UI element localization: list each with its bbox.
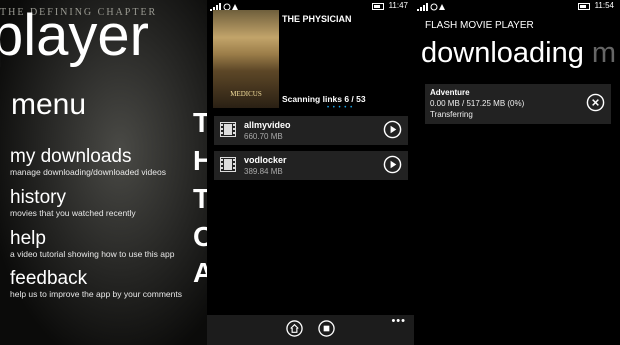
menu-item-help[interactable]: help a video tutorial showing how to use… (10, 228, 205, 260)
play-icon[interactable] (383, 120, 402, 139)
menu-item-label: help (10, 228, 46, 249)
menu-screen: THE DEFINING CHAPTER player menu my down… (0, 0, 207, 345)
next-panel-letter: T (193, 183, 207, 214)
download-progress: 0.00 MB / 517.25 MB (0%) (430, 99, 525, 108)
menu-item-history[interactable]: history movies that you watched recently (10, 187, 205, 219)
link-name: vodlocker (244, 155, 287, 165)
app-title: player (0, 3, 149, 68)
next-panel-letter: O (193, 221, 207, 252)
link-row-vodlocker[interactable]: vodlocker 389.84 MB (214, 151, 408, 180)
link-row-allmyvideo[interactable]: allmyvideo 660.70 MB (214, 116, 408, 145)
link-size: 660.70 MB (244, 132, 283, 141)
menu-item-subtitle: movies that you watched recently (10, 208, 136, 218)
app-name: FLASH MOVIE PLAYER (425, 20, 534, 31)
battery-icon (578, 3, 590, 10)
battery-icon (372, 3, 384, 10)
menu-item-label: my downloads (10, 146, 132, 167)
next-panel-letter: T (193, 107, 207, 138)
menu-item-subtitle: a video tutorial showing how to use this… (10, 249, 175, 259)
status-time: 11:47 (388, 1, 408, 10)
next-panel-letter: A (193, 257, 207, 288)
poster-title: MEDICUS (230, 90, 262, 98)
menu-item-feedback[interactable]: feedback help us to improve the app by y… (10, 268, 205, 300)
menu-item-label: history (10, 187, 66, 208)
download-item[interactable]: Adventure 0.00 MB / 517.25 MB (0%) Trans… (425, 84, 611, 124)
link-size: 389.84 MB (244, 167, 283, 176)
status-bar: 11:54 (414, 0, 620, 13)
scanning-status: Scanning links 6 / 53 (282, 94, 366, 104)
signal-icon (417, 3, 445, 11)
play-icon[interactable] (383, 155, 402, 174)
film-icon (220, 122, 236, 137)
stop-icon[interactable] (318, 320, 335, 337)
film-icon (220, 157, 236, 172)
close-icon[interactable] (586, 93, 605, 112)
page-title-text: downloading (421, 37, 584, 69)
movie-links-screen: 11:47 MEDICUS THE PHYSICIAN Scanning lin… (207, 0, 414, 345)
menu-item-subtitle: manage downloading/downloaded videos (10, 167, 166, 177)
downloading-screen: 11:54 FLASH MOVIE PLAYER downloading m A… (414, 0, 620, 345)
download-status: Transferring (430, 110, 473, 119)
next-panel-letter: H (193, 145, 207, 176)
more-icon[interactable]: ••• (391, 315, 406, 327)
menu-item-subtitle: help us to improve the app by your comme… (10, 289, 182, 299)
progress-dots: • • • • • (327, 105, 354, 111)
page-title: downloading m (421, 37, 616, 70)
download-title: Adventure (430, 88, 470, 97)
app-bar: ••• (207, 315, 414, 345)
status-time: 11:54 (594, 1, 614, 10)
next-pivot-title[interactable]: m (592, 37, 616, 69)
movie-poster: MEDICUS (213, 10, 279, 108)
movie-title: THE PHYSICIAN (282, 14, 352, 24)
link-name: allmyvideo (244, 120, 291, 130)
home-icon[interactable] (286, 320, 303, 337)
menu-item-label: feedback (10, 268, 88, 289)
menu-title: menu (11, 88, 87, 121)
menu-item-my-downloads[interactable]: my downloads manage downloading/download… (10, 146, 205, 178)
